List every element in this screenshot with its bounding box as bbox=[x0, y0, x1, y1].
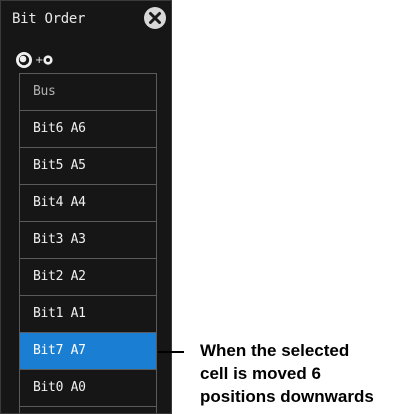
annotation-leader-line bbox=[158, 351, 184, 353]
list-item[interactable]: Bit0 A0 bbox=[20, 370, 156, 407]
list-item[interactable]: Bit3 A3 bbox=[20, 222, 156, 259]
list-item[interactable]: Bit1 A1 bbox=[20, 296, 156, 333]
svg-text:+: + bbox=[35, 55, 43, 66]
jog-push-hint: + bbox=[15, 50, 75, 70]
annotation-text: When the selected cell is moved 6 positi… bbox=[200, 339, 414, 408]
bit-order-list: Bus Bit6 A6 Bit5 A5 Bit4 A4 Bit3 A3 Bit2 A2 Bi… bbox=[19, 73, 157, 413]
dialog-title: Bit Order bbox=[12, 11, 86, 27]
bit-order-dialog: Bit Order + Bus Bit6 A6 Bit5 A5 Bit4 A4 Bit3… bbox=[0, 0, 172, 414]
list-item[interactable]: Bit5 A5 bbox=[20, 148, 156, 185]
list-item[interactable]: Bit4 A4 bbox=[20, 185, 156, 222]
close-icon bbox=[144, 7, 166, 29]
list-item[interactable]: Bus bbox=[20, 74, 156, 111]
annotation-line-1: When the selected bbox=[200, 341, 350, 360]
annotation-line-2: cell is moved 6 bbox=[200, 364, 321, 383]
jog-dial-icon: + bbox=[16, 52, 53, 68]
list-item[interactable]: Bit2 A2 bbox=[20, 259, 156, 296]
annotation-line-3: positions downwards bbox=[200, 387, 374, 406]
list-item-selected[interactable]: Bit7 A7 bbox=[20, 333, 156, 370]
dialog-title-bar: Bit Order bbox=[1, 1, 171, 41]
list-item[interactable]: Bit6 A6 bbox=[20, 111, 156, 148]
close-button[interactable] bbox=[143, 6, 167, 30]
